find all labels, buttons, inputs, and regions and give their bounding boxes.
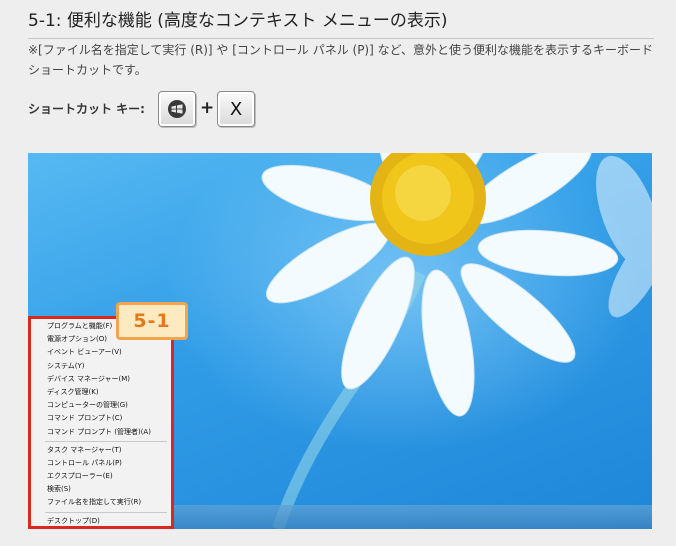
menu-separator [45,440,167,442]
menu-item[interactable]: コマンド プロンプト(C) [31,412,171,425]
menu-item[interactable]: コンピューターの管理(G) [31,399,171,412]
context-menu: プログラムと機能(F) 電源オプション(O) イベント ビューアー(V) システ… [28,316,174,529]
menu-item[interactable]: コマンド プロンプト (管理者)(A) [31,426,171,439]
menu-item[interactable]: イベント ビューアー(V) [31,346,171,359]
menu-item[interactable]: デスクトップ(D) [31,515,171,528]
menu-item[interactable]: タスク マネージャー(T) [31,444,171,457]
shortcut-label: ショートカット キー: [28,102,145,116]
menu-item[interactable]: ファイル名を指定して実行(R) [31,496,171,509]
menu-separator [45,511,167,513]
menu-item[interactable]: エクスプローラー(E) [31,470,171,483]
menu-item[interactable]: ディスク管理(K) [31,386,171,399]
menu-item[interactable]: システム(Y) [31,360,171,373]
desktop-screenshot: プログラムと機能(F) 電源オプション(O) イベント ビューアー(V) システ… [28,153,652,529]
plus-sign: + [200,98,215,118]
description-text: ※[ファイル名を指定して実行 (R)] や [コントロール パネル (P)] な… [28,43,654,77]
callout-badge: 5-1 [116,302,188,340]
windows-logo-icon [168,100,186,118]
page-title: 5-1: 便利な機能 (高度なコンテキスト メニューの表示) [28,6,654,39]
menu-item[interactable]: デバイス マネージャー(M) [31,373,171,386]
windows-key [158,91,196,127]
x-key: X [217,91,255,127]
menu-item[interactable]: 検索(S) [31,483,171,496]
menu-item[interactable]: コントロール パネル(P) [31,457,171,470]
